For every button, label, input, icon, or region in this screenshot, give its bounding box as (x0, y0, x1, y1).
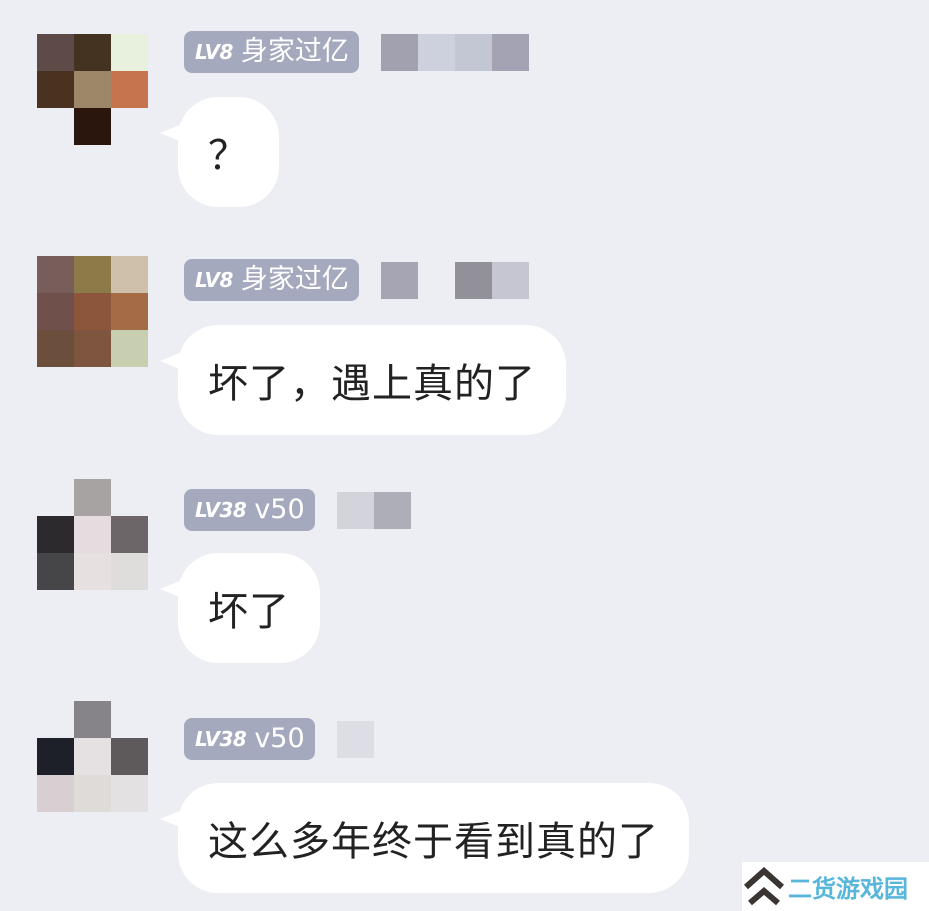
message-bubble[interactable]: ？ (178, 97, 279, 207)
redaction-pixel (380, 261, 418, 299)
level-badge: LV38 v50 (184, 718, 315, 760)
sender-meta: LV8 身家过亿 (184, 31, 566, 73)
avatar-pixel (111, 256, 148, 293)
avatar-pixel (74, 108, 111, 145)
redaction-pixel (417, 261, 455, 299)
avatar-pixel (74, 553, 111, 590)
redaction-pixel (373, 720, 411, 758)
avatar-pixel (74, 34, 111, 71)
sender-name-redacted (380, 33, 566, 71)
message-text: 坏了 (208, 589, 290, 635)
redaction-pixel (373, 491, 411, 529)
avatar-pixel (111, 479, 148, 516)
avatar-pixel (74, 293, 111, 330)
avatar-pixel (74, 330, 111, 367)
level-label: LV8 (195, 40, 233, 64)
avatar-pixel (74, 775, 111, 812)
avatar-pixel (111, 516, 148, 553)
redaction-pixel (417, 33, 455, 71)
sender-name-redacted (336, 720, 522, 758)
redaction-pixel (491, 33, 529, 71)
redaction-pixel (410, 491, 448, 529)
avatar-pixel (37, 553, 74, 590)
message-text: 这么多年终于看到真的了 (208, 819, 659, 865)
avatar-pixel (74, 479, 111, 516)
avatar-pixel (111, 71, 148, 108)
avatar-pixel (111, 293, 148, 330)
sender-name-redacted (336, 491, 522, 529)
avatar-pixel (111, 553, 148, 590)
double-chevron-up-icon (744, 866, 784, 905)
avatar-pixel (37, 775, 74, 812)
avatar-pixel (37, 34, 74, 71)
avatar-pixel (37, 256, 74, 293)
message-text: ？ (208, 133, 249, 179)
redaction-pixel (491, 261, 529, 299)
avatar[interactable] (37, 701, 148, 812)
redaction-pixel (528, 261, 566, 299)
site-watermark: 二货游戏园 (742, 862, 929, 911)
badge-title: 身家过亿 (240, 264, 349, 295)
redaction-pixel (410, 720, 448, 758)
redaction-pixel (454, 261, 492, 299)
redaction-pixel (447, 491, 485, 529)
redaction-pixel (380, 33, 418, 71)
avatar-pixel (111, 108, 148, 145)
level-label: LV38 (195, 498, 247, 522)
avatar-pixel (37, 108, 74, 145)
message-bubble[interactable]: 坏了 (178, 553, 320, 663)
badge-title: v50 (254, 494, 305, 525)
redaction-pixel (484, 491, 522, 529)
avatar[interactable] (37, 34, 148, 145)
level-badge: LV8 身家过亿 (184, 31, 359, 73)
avatar-pixel (111, 701, 148, 738)
badge-title: 身家过亿 (240, 36, 349, 67)
redaction-pixel (484, 720, 522, 758)
sender-name-redacted (380, 261, 566, 299)
redaction-pixel (336, 491, 374, 529)
avatar-pixel (111, 775, 148, 812)
avatar-pixel (37, 330, 74, 367)
level-badge: LV38 v50 (184, 489, 315, 531)
message-bubble[interactable]: 这么多年终于看到真的了 (178, 783, 689, 893)
avatar-pixel (74, 738, 111, 775)
avatar-pixel (111, 34, 148, 71)
level-label: LV38 (195, 727, 247, 751)
sender-meta: LV8 身家过亿 (184, 259, 566, 301)
avatar-pixel (74, 71, 111, 108)
avatar-pixel (37, 516, 74, 553)
avatar-pixel (74, 256, 111, 293)
badge-title: v50 (254, 723, 305, 754)
sender-meta: LV38 v50 (184, 489, 522, 531)
chat-window: LV8 身家过亿 ？ LV8 身家过亿 坏了，遇上真的了 LV38 v50 坏了… (0, 0, 929, 911)
avatar[interactable] (37, 256, 148, 367)
avatar-pixel (37, 479, 74, 516)
watermark-text: 二货游戏园 (788, 875, 908, 903)
avatar-pixel (74, 516, 111, 553)
message-text: 坏了，遇上真的了 (208, 361, 536, 407)
avatar-pixel (37, 701, 74, 738)
avatar-pixel (37, 738, 74, 775)
avatar[interactable] (37, 479, 148, 590)
redaction-pixel (447, 720, 485, 758)
level-badge: LV8 身家过亿 (184, 259, 359, 301)
redaction-pixel (454, 33, 492, 71)
message-bubble[interactable]: 坏了，遇上真的了 (178, 325, 566, 435)
avatar-pixel (111, 738, 148, 775)
redaction-pixel (528, 33, 566, 71)
avatar-pixel (37, 71, 74, 108)
level-label: LV8 (195, 268, 233, 292)
sender-meta: LV38 v50 (184, 718, 522, 760)
avatar-pixel (111, 330, 148, 367)
avatar-pixel (37, 293, 74, 330)
avatar-pixel (74, 701, 111, 738)
redaction-pixel (336, 720, 374, 758)
